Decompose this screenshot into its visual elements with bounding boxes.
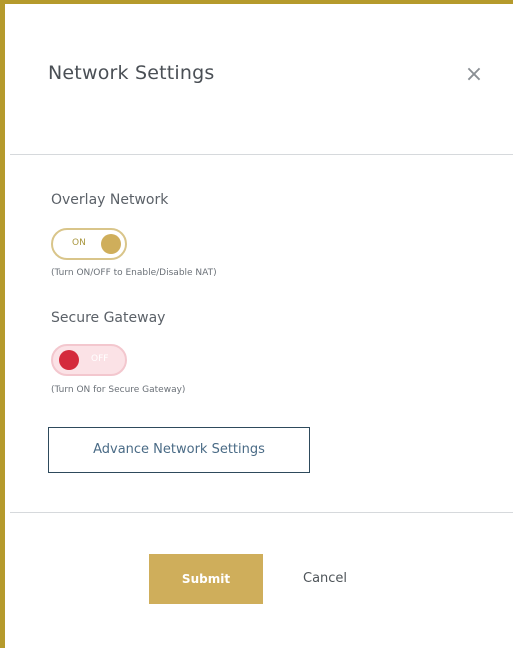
overlay-network-toggle[interactable]: ON xyxy=(51,228,127,260)
overlay-network-toggle-text: ON xyxy=(72,238,86,248)
toggle-knob-icon xyxy=(101,234,121,254)
dialog-title: Network Settings xyxy=(48,62,215,84)
advance-network-settings-button[interactable]: Advance Network Settings xyxy=(48,427,310,473)
dialog-header: Network Settings × xyxy=(10,8,513,155)
overlay-network-hint: (Turn ON/OFF to Enable/Disable NAT) xyxy=(51,268,217,278)
secure-gateway-label: Secure Gateway xyxy=(51,310,166,326)
footer-divider xyxy=(10,512,513,513)
secure-gateway-toggle-text: OFF xyxy=(91,354,109,364)
close-icon[interactable]: × xyxy=(462,63,486,87)
submit-button[interactable]: Submit xyxy=(149,554,263,604)
overlay-network-label: Overlay Network xyxy=(51,192,169,208)
cancel-button[interactable]: Cancel xyxy=(303,571,347,586)
network-settings-dialog: Network Settings × Overlay Network ON (T… xyxy=(0,0,513,648)
toggle-knob-icon xyxy=(59,350,79,370)
secure-gateway-hint: (Turn ON for Secure Gateway) xyxy=(51,385,186,395)
secure-gateway-toggle[interactable]: OFF xyxy=(51,344,127,376)
